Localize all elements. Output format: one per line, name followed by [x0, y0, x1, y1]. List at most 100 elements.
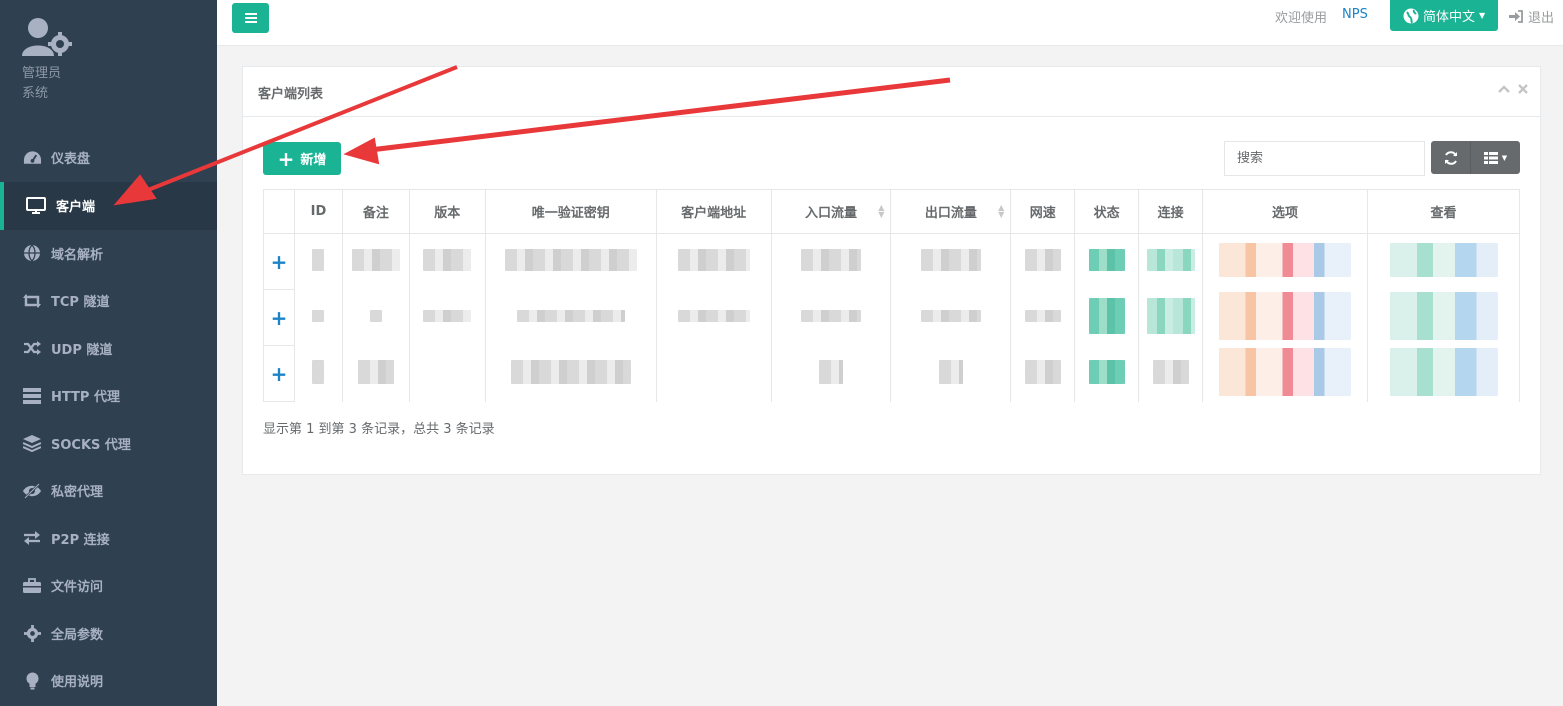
panel-title: 客户端列表	[258, 87, 324, 102]
sidebar-item-domain[interactable]: 域名解析	[0, 230, 217, 278]
sidebar-item-help[interactable]: 使用说明	[0, 657, 217, 705]
col-view[interactable]: 查看	[1367, 189, 1520, 234]
client-list-panel: 客户端列表 + 新增 ▼ ID 备注 版本	[242, 66, 1541, 475]
panel-header: 客户端列表	[243, 67, 1540, 117]
col-status[interactable]: 状态	[1074, 189, 1140, 234]
table-toolbar: ▼	[1431, 141, 1520, 174]
close-icon[interactable]	[1518, 83, 1528, 98]
caret-down-icon: ▼	[1501, 153, 1508, 162]
cell-redacted	[1138, 233, 1204, 290]
sort-icon: ▲ ▼	[998, 203, 1005, 219]
cell-redacted	[655, 289, 772, 346]
col-options[interactable]: 选项	[1202, 189, 1368, 234]
cell-redacted	[770, 345, 892, 402]
cell-redacted	[484, 289, 657, 346]
cell-redacted	[655, 233, 772, 290]
welcome-text: 欢迎使用	[1275, 11, 1328, 26]
cell-redacted	[293, 345, 343, 402]
search-input[interactable]	[1224, 141, 1425, 176]
sign-out-icon	[1509, 10, 1523, 23]
sidebar-item-p2p[interactable]: P2P 连接	[0, 515, 217, 563]
client-table: ID 备注 版本 唯一验证密钥 客户端地址 入口流量 ▲ ▼ 出口流量 ▲ ▼ 网速 状…	[263, 189, 1520, 402]
random-icon	[22, 339, 42, 357]
sort-icon: ▲ ▼	[878, 203, 885, 219]
sidebar-item-http[interactable]: HTTP 代理	[0, 372, 217, 420]
cell-redacted	[890, 289, 1012, 346]
cell-redacted	[1074, 233, 1140, 290]
cell-redacted[interactable]	[1202, 345, 1368, 402]
topbar: 欢迎使用 NPS 简体中文 ▼ 退出	[217, 0, 1563, 46]
sidebar-item-label: 文件访问	[51, 580, 104, 596]
add-label: 新增	[300, 153, 327, 168]
sidebar-item-file[interactable]: 文件访问	[0, 562, 217, 610]
cell-empty	[408, 345, 486, 402]
sidebar-item-label: TCP 隧道	[51, 295, 110, 311]
expand-row-button[interactable]: +	[263, 233, 295, 290]
sidebar-item-udp[interactable]: UDP 隧道	[0, 325, 217, 373]
pagination-info: 显示第 1 到第 3 条记录，总共 3 条记录	[263, 422, 495, 437]
exchange-icon	[22, 529, 42, 547]
cell-redacted	[293, 233, 343, 290]
cell-redacted	[770, 233, 892, 290]
caret-down-icon: ▼	[1479, 11, 1486, 20]
expand-row-button[interactable]: +	[263, 289, 295, 346]
sidebar-item-dashboard[interactable]: 仪表盘	[0, 134, 217, 182]
sidebar-item-socks[interactable]: SOCKS 代理	[0, 420, 217, 468]
cell-redacted	[293, 289, 343, 346]
plus-icon: +	[277, 146, 295, 171]
cell-redacted	[341, 233, 410, 290]
columns-toggle-button[interactable]: ▼	[1470, 141, 1520, 174]
sidebar-item-label: 全局参数	[51, 627, 104, 643]
col-client-address[interactable]: 客户端地址	[655, 189, 772, 234]
sidebar-item-label: 客户端	[56, 200, 96, 215]
col-id[interactable]: ID	[293, 189, 343, 234]
refresh-icon	[1444, 150, 1457, 165]
col-export-flow[interactable]: 出口流量 ▲ ▼	[890, 189, 1012, 234]
dashboard-icon	[22, 149, 42, 167]
cell-redacted	[484, 233, 657, 290]
profile-sub: 系统	[22, 86, 49, 101]
globe-icon	[22, 244, 42, 263]
cell-redacted	[1138, 289, 1204, 346]
lightbulb-icon	[22, 672, 42, 690]
expand-row-button[interactable]: +	[263, 345, 295, 402]
refresh-button[interactable]	[1431, 141, 1470, 174]
add-client-button[interactable]: + 新增	[263, 142, 341, 175]
layers-icon	[22, 434, 42, 452]
logout-link[interactable]: 退出	[1509, 7, 1554, 26]
cell-redacted[interactable]	[1367, 345, 1520, 402]
sidebar-item-tcp[interactable]: TCP 隧道	[0, 277, 217, 325]
sidebar: 管理员 系统 仪表盘 客户端 域名解析 TCP 隧道 UDP 隧道 HTTP 代…	[0, 0, 217, 706]
sidebar-item-global[interactable]: 全局参数	[0, 610, 217, 658]
cell-redacted	[484, 345, 657, 402]
panel-tools	[1498, 83, 1528, 98]
cell-redacted[interactable]	[1367, 289, 1520, 346]
col-remark[interactable]: 备注	[341, 189, 410, 234]
col-verify-key[interactable]: 唯一验证密钥	[484, 189, 657, 234]
language-dropdown[interactable]: 简体中文 ▼	[1390, 0, 1498, 31]
table-row: +	[263, 345, 1520, 402]
sidebar-item-label: P2P 连接	[51, 532, 110, 548]
logout-label: 退出	[1528, 11, 1555, 26]
col-speed[interactable]: 网速	[1010, 189, 1076, 234]
cell-redacted[interactable]	[1202, 289, 1368, 346]
sidebar-item-client[interactable]: 客户端	[0, 181, 217, 230]
cell-redacted[interactable]	[1202, 233, 1368, 290]
globe-icon	[1403, 8, 1419, 23]
cell-redacted	[341, 289, 410, 346]
sidebar-item-secret[interactable]: 私密代理	[0, 467, 217, 515]
col-label: 入口流量	[804, 206, 857, 221]
cell-redacted[interactable]	[1367, 233, 1520, 290]
sidebar-item-label: 私密代理	[51, 485, 104, 501]
table-header-row: ID 备注 版本 唯一验证密钥 客户端地址 入口流量 ▲ ▼ 出口流量 ▲ ▼ 网速 状…	[263, 189, 1520, 234]
cell-redacted	[408, 233, 486, 290]
col-version[interactable]: 版本	[408, 189, 486, 234]
brand-link[interactable]: NPS	[1342, 7, 1368, 22]
col-connect[interactable]: 连接	[1138, 189, 1204, 234]
menu-toggle-button[interactable]	[232, 3, 269, 33]
cell-redacted	[1074, 289, 1140, 346]
cell-redacted	[341, 345, 410, 402]
col-expand	[263, 189, 295, 234]
chevron-up-icon[interactable]	[1498, 83, 1510, 98]
col-inlet-flow[interactable]: 入口流量 ▲ ▼	[770, 189, 892, 234]
